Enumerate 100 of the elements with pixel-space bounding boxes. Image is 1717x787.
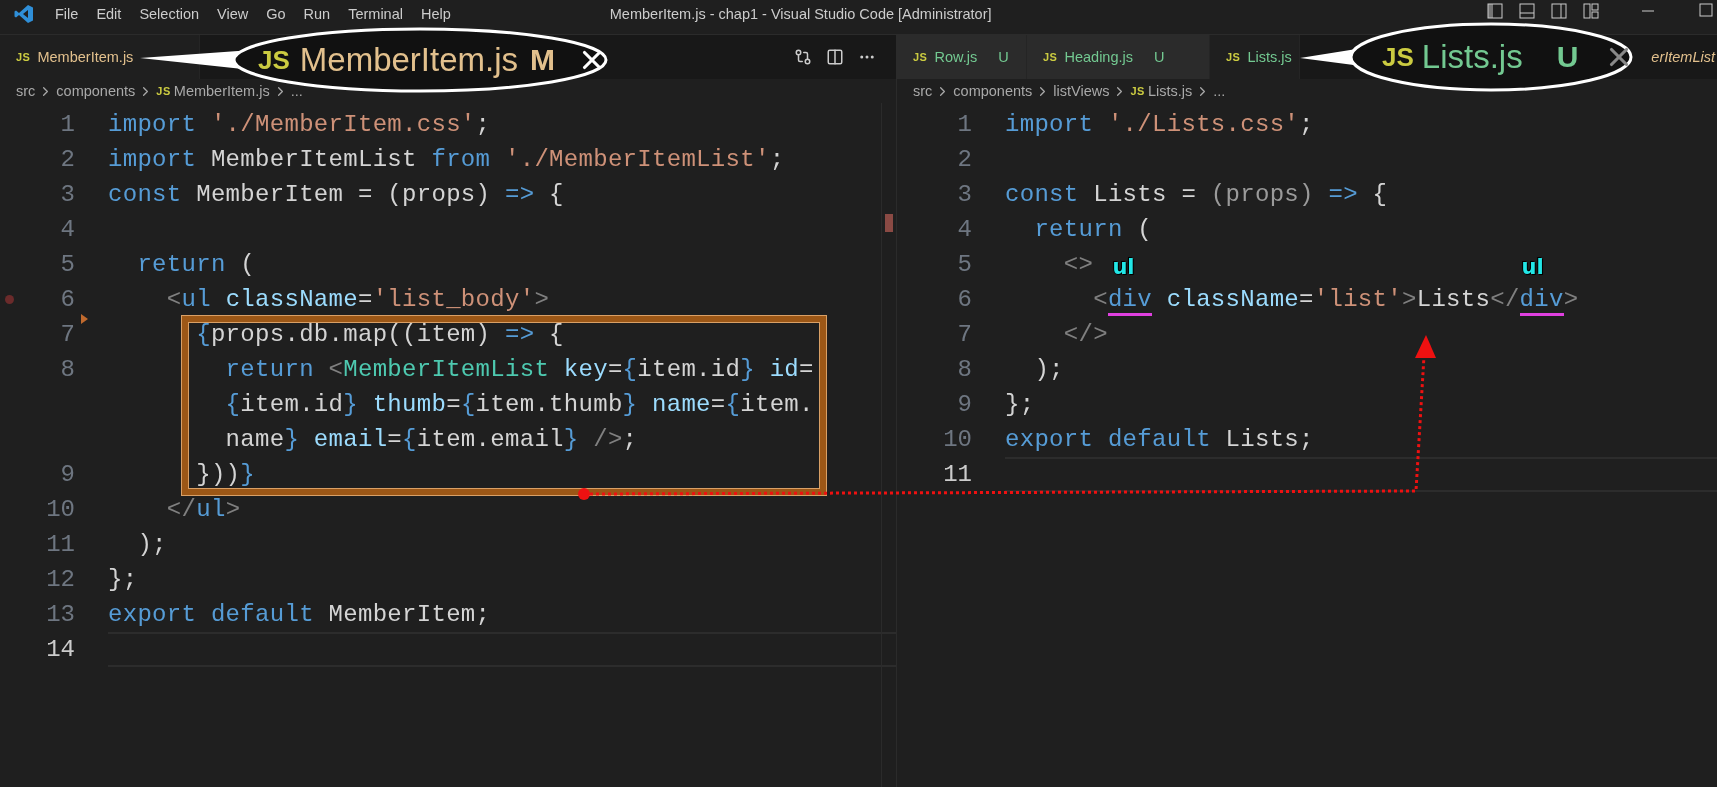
line-number: 9 <box>59 461 75 488</box>
js-file-icon: JS <box>16 51 31 63</box>
line-number: 14 <box>45 636 75 663</box>
line-number: 7 <box>956 321 972 348</box>
code-line: </ul> <box>165 496 241 523</box>
breadcrumb-item[interactable]: components <box>56 83 136 99</box>
js-file-icon: JS <box>1226 51 1241 63</box>
menu-item[interactable]: Help <box>411 6 460 23</box>
menu-item[interactable]: View <box>208 6 258 23</box>
line-number: 8 <box>59 356 75 383</box>
line-number: 4 <box>59 216 75 243</box>
breadcrumb-item[interactable]: src <box>913 83 933 99</box>
tab-label: Lists.js <box>1247 49 1292 65</box>
breadcrumb-item[interactable]: ... <box>1213 83 1226 99</box>
js-file-icon: JS <box>1382 41 1414 73</box>
code-line: <> <box>1062 251 1094 278</box>
file-name: MemberItem.js <box>299 41 519 79</box>
window-title: MemberItem.js - chap1 - Visual Studio Code [Administrator] <box>609 6 992 23</box>
line-number: 4 <box>956 216 972 243</box>
maximize-icon[interactable] <box>1699 3 1713 19</box>
breadcrumb-item[interactable]: Lists.js <box>1147 83 1193 99</box>
js-file-icon: JS <box>258 44 290 76</box>
breadcrumb-item[interactable]: listViews <box>1053 83 1110 99</box>
tab-label: erItemList <box>1651 49 1715 65</box>
breadcrumb-item[interactable]: MemberItem.js <box>173 83 270 99</box>
editor-tab[interactable]: JS Lists.js <box>1210 35 1300 79</box>
menu-item[interactable]: Selection <box>130 6 209 23</box>
code-line: import MemberItemList from './MemberItemList'; <box>108 146 785 173</box>
line-number: 13 <box>45 601 75 628</box>
js-file-icon: JS <box>156 85 171 97</box>
code-line: export default Lists; <box>1005 426 1314 453</box>
git-status-label: U <box>1154 49 1165 65</box>
code-line: ); <box>1033 356 1064 383</box>
line-number: 5 <box>59 251 75 278</box>
breadcrumb-item[interactable]: components <box>953 83 1033 99</box>
line-number: 9 <box>956 391 972 418</box>
file-name: Lists.js <box>1421 38 1523 76</box>
line-number: 2 <box>59 146 75 173</box>
code-line: }))} <box>195 461 256 488</box>
scrollbar[interactable] <box>881 103 896 787</box>
menu-item[interactable]: Terminal <box>339 6 412 23</box>
scrollbar-marker <box>885 214 893 232</box>
git-status-label: U <box>1556 40 1579 74</box>
code-line: }; <box>108 566 138 593</box>
menu-item[interactable]: File <box>46 6 88 23</box>
editor-tab[interactable]: JS Row.js U <box>897 35 1027 79</box>
line-number: 6 <box>59 286 75 313</box>
code-line: <ul className='list_body'> <box>165 286 550 313</box>
code-line: {item.id} thumb={item.thumb} name={item. <box>224 391 814 418</box>
tab-label: Heading.js <box>1064 49 1133 65</box>
line-number: 2 <box>956 146 972 173</box>
breadcrumb-item[interactable]: src <box>16 83 36 99</box>
line-number: 10 <box>942 426 972 453</box>
tab-label: Row.js <box>934 49 978 65</box>
line-number: 3 <box>59 181 75 208</box>
editor-tab[interactable]: JS MemberItem.js <box>0 35 200 79</box>
code-line: export default MemberItem; <box>108 601 491 628</box>
annotation-label: ul <box>1112 255 1135 279</box>
line-number: 1 <box>956 111 972 138</box>
code-line: </> <box>1062 321 1108 348</box>
grid-layout-icon[interactable] <box>1583 3 1599 19</box>
tab-label: MemberItem.js <box>37 49 134 65</box>
code-line: const MemberItem = (props) => { <box>108 181 564 208</box>
compare-changes-icon[interactable] <box>794 48 812 66</box>
code-line: }; <box>1005 391 1035 418</box>
line-number: 10 <box>45 496 75 523</box>
code-line: <div className='list'>Lists</div> <box>1005 286 1579 316</box>
code-line: ); <box>136 531 167 558</box>
line-number: 7 <box>59 321 75 348</box>
git-status-label: U <box>998 49 1009 65</box>
code-line: {props.db.map((item) => { <box>195 321 564 348</box>
code-line: import './Lists.css'; <box>1005 111 1314 138</box>
editor-tab[interactable]: JS Heading.js U <box>1027 35 1210 79</box>
line-number: 11 <box>45 531 75 558</box>
js-file-icon: JS <box>1130 85 1145 97</box>
split-editor-icon[interactable] <box>826 48 844 66</box>
app-logo-icon <box>14 4 34 24</box>
layout-icon[interactable] <box>1487 3 1503 19</box>
panel-icon[interactable] <box>1519 3 1535 19</box>
menu-item[interactable]: Edit <box>87 6 131 23</box>
annotation-label: ul <box>1521 255 1544 279</box>
js-file-icon: JS <box>913 51 928 63</box>
fold-arrow-icon[interactable] <box>81 314 88 324</box>
line-number: 6 <box>956 286 972 313</box>
line-number: 8 <box>956 356 972 383</box>
line-number: 12 <box>45 566 75 593</box>
line-number: 3 <box>956 181 972 208</box>
menu-item[interactable]: Go <box>257 6 295 23</box>
js-file-icon: JS <box>1043 51 1058 63</box>
code-line: import './MemberItem.css'; <box>108 111 491 138</box>
line-number: 1 <box>59 111 75 138</box>
code-line: return ( <box>1033 216 1153 243</box>
code-line: return ( <box>136 251 256 278</box>
code-line: const Lists = (props) => { <box>1005 181 1388 208</box>
code-line: name} email={item.email} />; <box>224 426 638 453</box>
line-number: 5 <box>956 251 972 278</box>
code-line: return <MemberItemList key={item.id} id= <box>224 356 814 383</box>
menu-item[interactable]: Run <box>294 6 340 23</box>
line-number: 11 <box>942 461 972 488</box>
sidebar-icon[interactable] <box>1551 3 1567 19</box>
